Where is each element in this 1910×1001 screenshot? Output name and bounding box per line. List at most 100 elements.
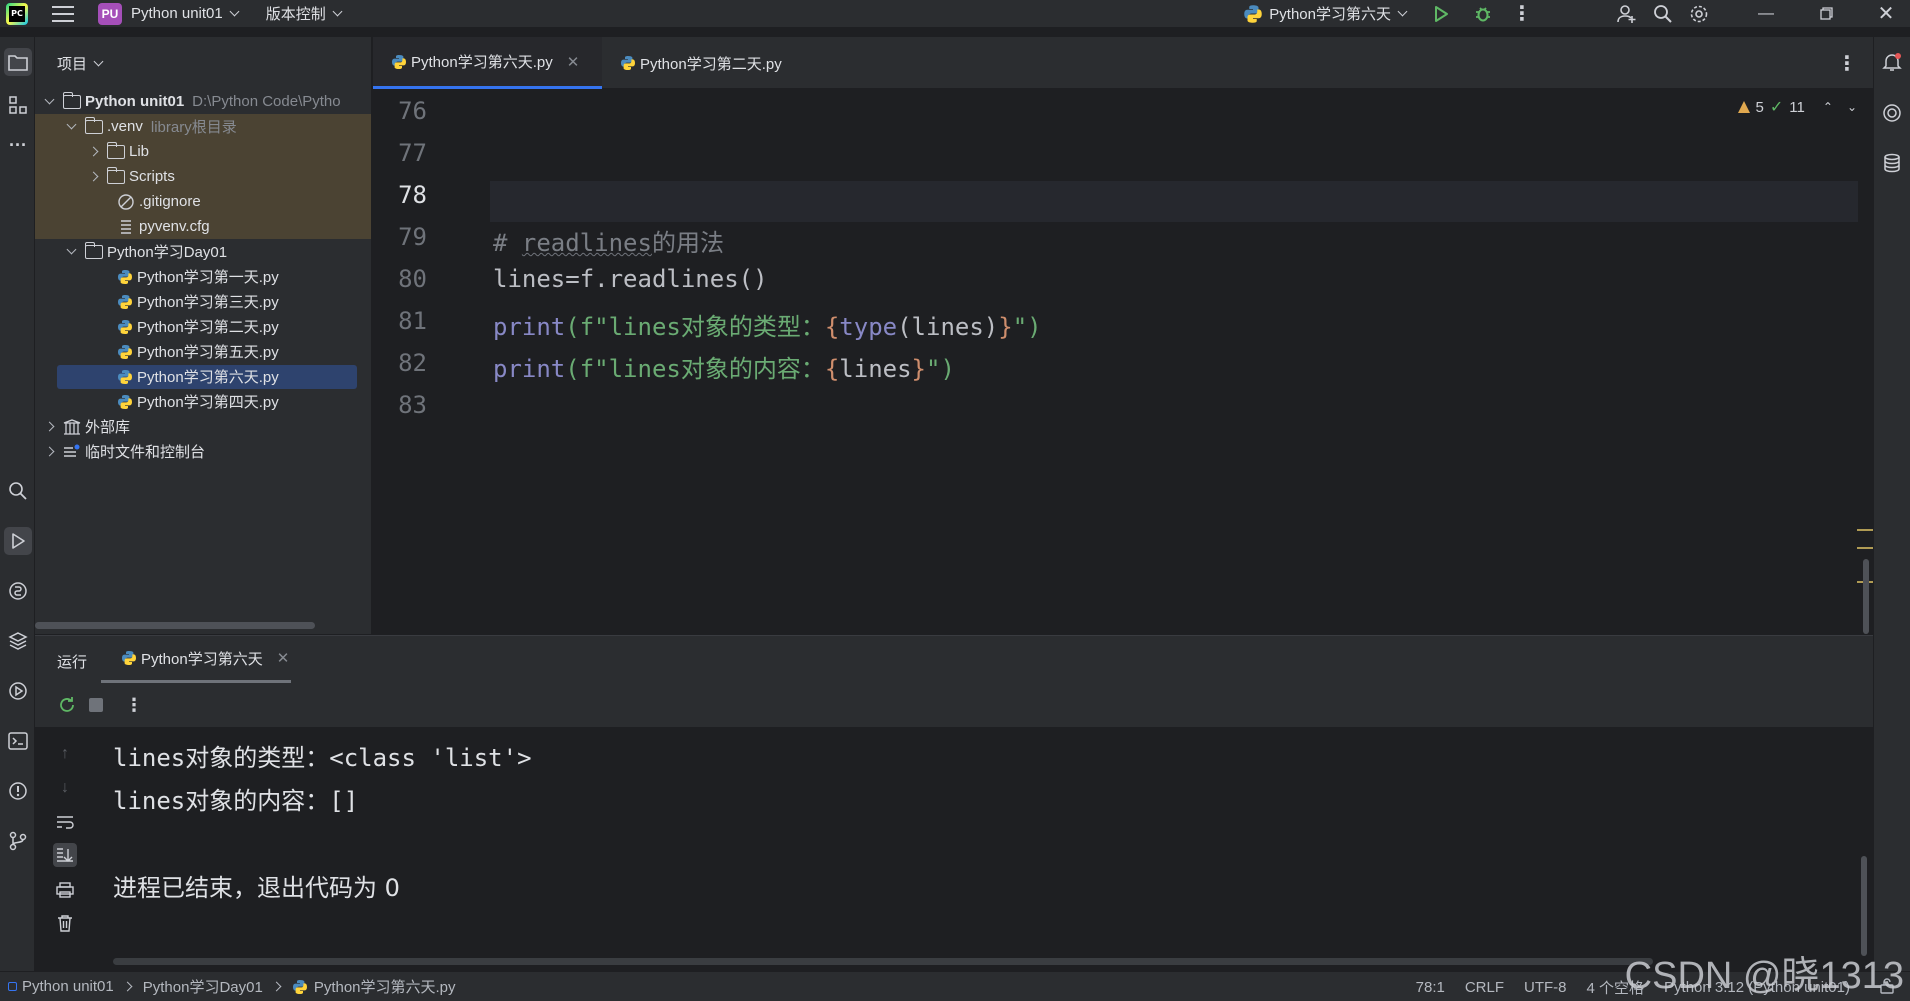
more-tools-icon[interactable]: ··· xyxy=(4,131,32,159)
project-panel-title: 项目 xyxy=(57,56,88,73)
project-horizontal-scrollbar[interactable] xyxy=(35,622,315,629)
chevron-down-icon[interactable] xyxy=(332,6,343,17)
version-control-icon[interactable] xyxy=(4,827,32,855)
problems-icon[interactable] xyxy=(4,777,32,805)
minimize-window-icon[interactable]: — xyxy=(1746,5,1786,23)
run-side-toolbar: ↑ ↓ xyxy=(35,728,91,972)
clear-all-trash-icon[interactable] xyxy=(53,911,77,935)
soft-wrap-icon[interactable] xyxy=(53,810,77,834)
structure-tool-icon[interactable] xyxy=(4,91,32,119)
tree-item-venv[interactable]: .venv library根目录 xyxy=(35,114,371,139)
vcs-menu[interactable]: 版本控制 xyxy=(266,3,326,24)
editor-vertical-scrollbar[interactable] xyxy=(1863,559,1869,634)
close-run-tab-icon[interactable]: ✕ xyxy=(277,649,290,667)
close-window-icon[interactable]: ✕ xyxy=(1866,1,1906,26)
ai-assistant-icon[interactable] xyxy=(1878,99,1906,127)
code-editor[interactable]: 76 77 78 79 80 81 82 83 # readlines的用法 l… xyxy=(373,89,1873,634)
project-tool-icon[interactable] xyxy=(4,48,32,76)
line-number: 83 xyxy=(398,391,427,419)
tab-python-day2[interactable]: Python学习第二天.py xyxy=(602,37,822,89)
print-icon[interactable] xyxy=(53,878,77,902)
python-file-icon xyxy=(118,269,132,284)
console-vertical-scrollbar[interactable] xyxy=(1861,856,1867,956)
warning-icon xyxy=(1737,101,1750,113)
find-tool-icon[interactable] xyxy=(4,477,32,505)
project-badge[interactable]: PU xyxy=(98,2,122,25)
project-view-selector[interactable]: 项目 xyxy=(35,50,371,77)
run-configuration-selector[interactable]: Python学习第六天 xyxy=(1243,3,1408,24)
database-icon[interactable] xyxy=(1878,149,1906,177)
tree-item-day01-folder[interactable]: Python学习Day01 xyxy=(35,239,371,264)
services-icon[interactable] xyxy=(4,677,32,705)
python-packages-icon[interactable] xyxy=(4,627,32,655)
breadcrumb-file[interactable]: Python学习第六天.py xyxy=(314,976,456,997)
run-tool-icon[interactable] xyxy=(4,527,32,555)
run-tab-label: Python学习第六天 xyxy=(141,650,263,668)
warning-stripe-marker[interactable] xyxy=(1857,547,1873,549)
brace-token: } xyxy=(911,355,926,383)
run-icon[interactable] xyxy=(1428,5,1454,23)
expand-chevron-icon[interactable] xyxy=(85,144,101,160)
scratches-icon xyxy=(64,444,80,457)
tree-item-pyvenv-cfg[interactable]: pyvenv.cfg xyxy=(35,214,371,239)
caret-position[interactable]: 78:1 xyxy=(1416,979,1445,996)
tree-item-label: 外部库 xyxy=(85,419,131,436)
add-user-icon[interactable] xyxy=(1614,4,1640,24)
code-line-79: # readlines的用法 xyxy=(493,223,724,258)
code-token: lines xyxy=(839,355,912,383)
code-line-81: print(f"lines对象的类型：{type(lines)}") xyxy=(493,307,1042,342)
editor-tab-actions-icon[interactable]: ⋮ xyxy=(1837,51,1857,76)
scroll-to-end-icon[interactable] xyxy=(53,843,77,867)
tree-item-project-root[interactable]: Python unit01 D:\Python Code\Pytho xyxy=(35,89,371,114)
file-encoding[interactable]: UTF-8 xyxy=(1524,979,1567,996)
debug-icon[interactable] xyxy=(1470,5,1496,23)
more-run-actions-icon[interactable]: ⋮ xyxy=(125,695,143,716)
tree-item-gitignore[interactable]: .gitignore xyxy=(35,189,371,214)
expand-chevron-icon[interactable] xyxy=(63,244,79,260)
tree-item-python-file[interactable]: Python学习第一天.py xyxy=(35,264,371,289)
scroll-up-icon[interactable]: ↑ xyxy=(53,742,77,766)
tree-item-scratches[interactable]: 临时文件和控制台 xyxy=(35,439,371,464)
tree-item-python-file[interactable]: Python学习第三天.py xyxy=(35,289,371,314)
scroll-down-icon[interactable]: ↓ xyxy=(53,776,77,800)
notifications-icon[interactable] xyxy=(1878,48,1906,76)
more-actions-icon[interactable]: ⋮ xyxy=(1512,1,1532,26)
close-tab-icon[interactable]: ✕ xyxy=(567,53,580,71)
expand-chevron-icon[interactable] xyxy=(41,419,57,435)
tree-item-python-file[interactable]: Python学习第四天.py xyxy=(35,389,371,414)
inspection-widget[interactable]: 5 ✓ 11 ⌃ ⌄ xyxy=(1737,97,1857,117)
breadcrumb-folder[interactable]: Python学习Day01 xyxy=(143,976,263,997)
comment-token-typo: readlines xyxy=(521,229,652,257)
project-tree: Python unit01 D:\Python Code\Pytho .venv… xyxy=(35,89,371,464)
expand-chevron-icon[interactable] xyxy=(63,119,79,135)
python-console-icon[interactable] xyxy=(4,577,32,605)
tree-item-python-file[interactable]: Python学习第五天.py xyxy=(35,339,371,364)
expand-chevron-icon[interactable] xyxy=(85,169,101,185)
previous-highlight-icon[interactable]: ⌃ xyxy=(1823,100,1833,114)
main-menu-icon[interactable] xyxy=(52,5,74,22)
tree-item-lib[interactable]: Lib xyxy=(35,139,371,164)
rerun-icon[interactable] xyxy=(55,696,79,714)
settings-gear-icon[interactable] xyxy=(1686,4,1712,24)
next-highlight-icon[interactable]: ⌄ xyxy=(1847,100,1857,114)
stop-icon[interactable] xyxy=(89,698,103,712)
tab-python-day6[interactable]: Python学习第六天.py ✕ xyxy=(373,37,602,89)
tree-item-python-file-selected[interactable]: Python学习第六天.py xyxy=(35,364,371,389)
run-tab-python-day6[interactable]: Python学习第六天 ✕ xyxy=(101,636,291,683)
search-icon[interactable] xyxy=(1650,4,1676,24)
tree-item-scripts[interactable]: Scripts xyxy=(35,164,371,189)
restore-window-icon[interactable] xyxy=(1806,7,1846,20)
tree-item-python-file[interactable]: Python学习第二天.py xyxy=(35,314,371,339)
expand-chevron-icon[interactable] xyxy=(41,444,57,460)
chevron-down-icon xyxy=(93,56,104,67)
tree-item-path: D:\Python Code\Pytho xyxy=(192,93,341,110)
line-separator[interactable]: CRLF xyxy=(1465,979,1504,996)
project-switcher[interactable]: Python unit01 xyxy=(131,5,223,22)
console-horizontal-scrollbar[interactable] xyxy=(113,958,1653,965)
chevron-down-icon[interactable] xyxy=(229,6,240,17)
expand-chevron-icon[interactable] xyxy=(41,94,57,110)
warning-stripe-marker[interactable] xyxy=(1857,529,1873,531)
terminal-icon[interactable] xyxy=(4,727,32,755)
tree-item-external-libraries[interactable]: 外部库 xyxy=(35,414,371,439)
breadcrumb-project[interactable]: Python unit01 xyxy=(22,978,114,995)
